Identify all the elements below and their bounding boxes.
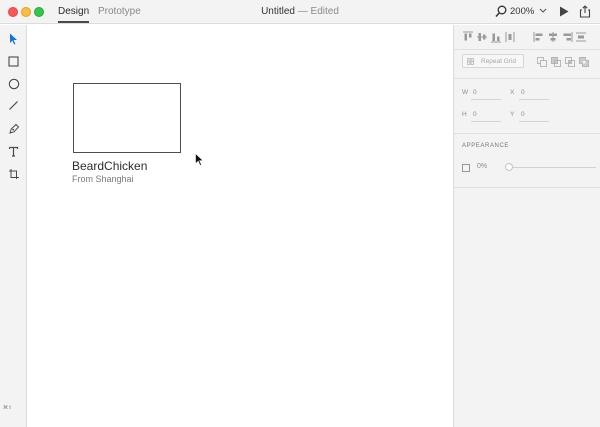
select-icon <box>10 33 17 44</box>
ellipse-tool[interactable] <box>6 76 21 91</box>
artboard-icon <box>8 168 19 179</box>
repeat-grid-button[interactable]: Repeat Grid <box>462 54 524 68</box>
appearance-heading: APPEARANCE <box>462 143 510 149</box>
boolean-add-icon[interactable] <box>537 57 547 67</box>
y-underline <box>519 121 549 122</box>
panel-divider <box>454 133 600 134</box>
y-value[interactable]: 0 <box>521 111 525 118</box>
x-label: X <box>510 89 515 96</box>
panel-divider <box>454 78 600 79</box>
width-value[interactable]: 0 <box>473 89 477 96</box>
width-underline <box>471 99 501 100</box>
rectangle-tool[interactable] <box>6 54 21 69</box>
select-tool[interactable] <box>6 31 21 46</box>
share-icon[interactable] <box>579 5 591 18</box>
y-field[interactable]: Y 0 <box>510 111 550 123</box>
pen-icon <box>8 123 19 134</box>
play-icon[interactable] <box>559 6 569 17</box>
align-center-icon[interactable] <box>547 31 559 43</box>
artboard-tool[interactable] <box>6 166 21 181</box>
panel-divider <box>454 187 600 188</box>
rectangle-icon <box>8 56 19 67</box>
canvas-subtitle-text[interactable]: From Shanghai <box>72 174 134 184</box>
ellipse-icon <box>8 78 19 89</box>
height-field[interactable]: H 0 <box>462 111 502 123</box>
document-status: Edited <box>310 6 339 17</box>
property-inspector: Repeat Grid W 0 X 0 H 0 Y 0 APPEARANCE 0… <box>453 25 600 427</box>
tool-bar: ⌘⇧ <box>0 25 27 427</box>
repeat-grid-label: Repeat Grid <box>481 57 517 65</box>
zoom-window-button[interactable] <box>34 7 44 17</box>
height-underline <box>471 121 501 122</box>
zoom-level[interactable]: 200% <box>510 6 534 17</box>
mouse-cursor-icon <box>195 153 204 166</box>
opacity-slider-handle[interactable] <box>505 163 513 171</box>
line-icon <box>9 101 18 110</box>
distribute-vertical-icon[interactable] <box>504 31 516 43</box>
x-field[interactable]: X 0 <box>510 89 550 101</box>
height-value[interactable]: 0 <box>473 111 477 118</box>
line-tool[interactable] <box>6 98 21 113</box>
text-icon <box>8 146 19 157</box>
grid-icon <box>467 57 474 65</box>
document-name: Untitled <box>261 6 295 17</box>
text-tool[interactable] <box>6 144 21 159</box>
boolean-exclude-icon[interactable] <box>579 57 589 67</box>
x-value[interactable]: 0 <box>521 89 525 96</box>
distribute-horizontal-icon[interactable] <box>575 31 587 43</box>
align-toolbar <box>460 31 596 45</box>
search-icon[interactable] <box>495 5 507 18</box>
align-top-icon[interactable] <box>462 31 474 43</box>
rectangle-shape[interactable] <box>73 83 181 153</box>
align-right-icon[interactable] <box>561 31 573 43</box>
canvas[interactable]: BeardChicken From Shanghai <box>28 25 453 427</box>
boolean-intersect-icon[interactable] <box>565 57 575 67</box>
x-underline <box>519 99 549 100</box>
opacity-icon <box>462 164 470 172</box>
tab-prototype[interactable]: Prototype <box>98 6 141 17</box>
width-label: W <box>462 89 469 96</box>
align-left-icon[interactable] <box>533 31 545 43</box>
pen-tool[interactable] <box>6 121 21 136</box>
align-bottom-icon[interactable] <box>490 31 502 43</box>
opacity-slider-track[interactable] <box>506 167 596 168</box>
chevron-down-icon[interactable] <box>539 8 547 14</box>
minimize-window-button[interactable] <box>21 7 31 17</box>
document-separator: — <box>297 6 308 17</box>
tab-design[interactable]: Design <box>58 6 90 23</box>
opacity-value[interactable]: 0% <box>477 163 487 170</box>
title-bar: Design Prototype Untitled — Edited 200% <box>0 0 600 24</box>
y-label: Y <box>510 111 515 118</box>
panel-divider <box>454 49 600 50</box>
canvas-title-text[interactable]: BeardChicken <box>72 159 147 173</box>
height-label: H <box>462 111 467 118</box>
close-window-button[interactable] <box>8 7 18 17</box>
boolean-subtract-icon[interactable] <box>551 57 561 67</box>
shortcut-hint: ⌘⇧ <box>3 405 13 411</box>
align-middle-icon[interactable] <box>476 31 488 43</box>
width-field[interactable]: W 0 <box>462 89 502 101</box>
